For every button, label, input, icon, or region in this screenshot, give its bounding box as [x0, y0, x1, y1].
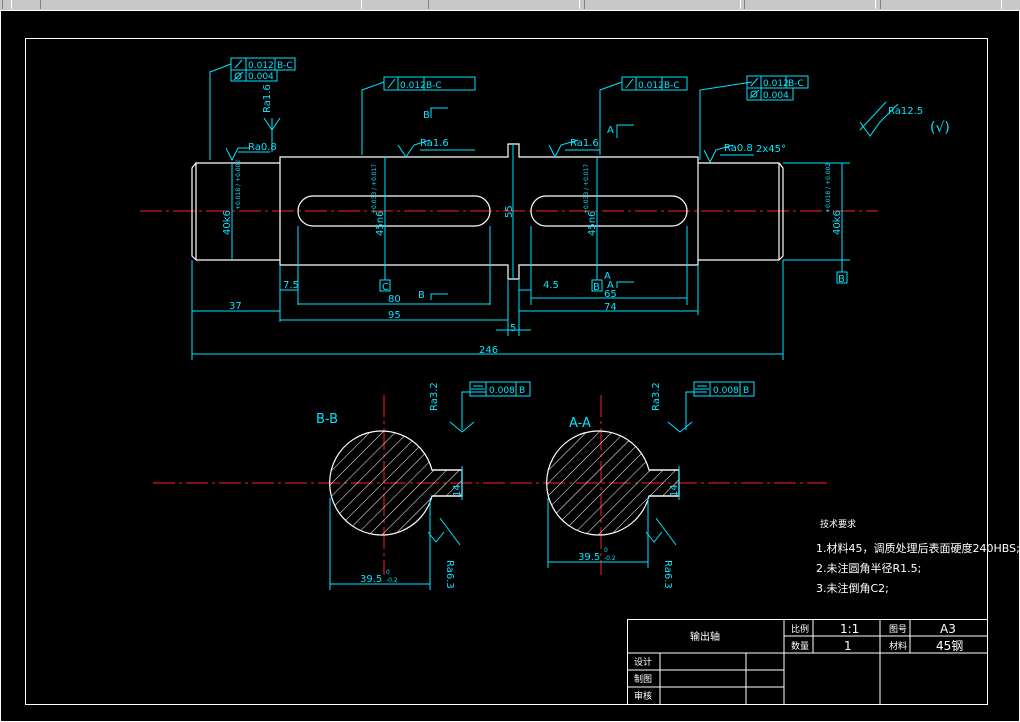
fcf3-ref: B-C: [664, 81, 680, 91]
section-aa-body: [546, 430, 680, 536]
collar-dim: 55: [504, 205, 515, 218]
fcf-aa-value: 0.008: [713, 386, 739, 396]
tb-scale-label: 比例: [791, 623, 809, 635]
tb-mat-label: 材料: [889, 640, 907, 652]
notes-line2: 2.未注圆角半径R1.5;: [816, 561, 921, 575]
dia-left-tol: +0.018 / +0.002: [235, 160, 242, 210]
sec-bb-tol-bot: -0.2: [386, 577, 398, 584]
fcf2-ref: B-C: [426, 81, 442, 91]
dim-74: 74: [604, 302, 617, 313]
ra-general: Ra12.5: [888, 106, 923, 117]
sec-bb-depth: 39.5: [360, 574, 382, 585]
fcf1-ref: B-C: [277, 61, 293, 71]
tb-scale-value: 1:1: [840, 622, 859, 636]
dim-4-5: 4.5: [543, 280, 559, 291]
dimension-lines: [191, 63, 887, 590]
fcf-bb-ref: B: [519, 386, 525, 396]
dimension-texts: 2x45° 40k6 +0.018 / +0.002 45n6 +0.033 /…: [222, 144, 843, 585]
fcf-bb-value: 0.008: [489, 386, 515, 396]
notes-title: 技术要求: [820, 518, 856, 530]
ra-left-top: Ra1.6: [262, 84, 273, 113]
ra-aa-bot: Ra6.3: [662, 560, 673, 589]
sec-aa-depth: 39.5: [578, 552, 600, 563]
dim-246: 246: [479, 345, 498, 356]
fcf1-cyl: 0.004: [248, 72, 274, 82]
fcf4-cyl: 0.004: [763, 91, 789, 101]
tb-sheet-label: 图号: [889, 624, 907, 635]
fcf-texts: 0.012 B-C 0.004 0.012 B-C 0.012 B-C 0.01…: [248, 61, 804, 396]
dim-5: 5: [510, 323, 516, 334]
drawing-canvas[interactable]: 0.012 B-C 0.004 0.012 B-C 0.012 B-C 0.01…: [0, 0, 1020, 722]
sec-aa-tol-bot: -0.2: [604, 555, 616, 562]
fcf4-ref: B-C: [788, 79, 804, 89]
tb-qty-label: 数量: [791, 640, 809, 652]
title-block-text: 输出轴 比例 1:1 图号 A3 数量 1 材料 45钢 设计 制图 审核: [634, 622, 963, 702]
tb-designer: 设计: [634, 656, 652, 668]
section-labels: B-B A-A: [316, 412, 591, 431]
marker-texts: C B B A B B A A: [382, 110, 845, 301]
fcf1-value: 0.012: [248, 61, 274, 71]
tb-qty-value: 1: [844, 639, 852, 653]
datum-c: C: [382, 282, 389, 293]
section-bb-body: [329, 430, 463, 536]
datum-b-right: B: [838, 274, 845, 285]
cut-a-top: A: [607, 125, 614, 136]
ra-left: Ra0.8: [248, 142, 277, 153]
cut-b-bottom: B: [418, 290, 425, 301]
sec-aa-width: 14: [669, 484, 680, 497]
cut-a-bottom: A: [607, 280, 614, 291]
fcf3-value: 0.012: [638, 81, 664, 91]
ra-bb-top: Ra3.2: [429, 382, 440, 411]
dia-mid-tol: +0.033 / +0.017: [371, 164, 378, 214]
datum-b: B: [593, 282, 600, 293]
ra-right: Ra0.8: [724, 143, 753, 154]
ra-mid: Ra1.6: [420, 138, 449, 149]
dim-80: 80: [388, 294, 401, 305]
dim-95: 95: [388, 310, 401, 321]
notes-line3: 3.未注倒角C2;: [816, 581, 889, 595]
dia-right-tol: +0.018 / +0.002: [825, 163, 832, 213]
sec-bb-tol-top: 0: [386, 569, 390, 576]
dim-37: 37: [229, 301, 242, 312]
tb-checker: 审核: [634, 690, 652, 702]
fcf4-value: 0.012: [763, 79, 789, 89]
sheet-outer-edge: [0, 10, 1020, 722]
dia-right: 40k6: [832, 210, 843, 235]
technical-notes: 技术要求 1.材料45，调质处理后表面硬度240HBS; 2.未注圆角半径R1.…: [816, 518, 1020, 595]
fcf2-value: 0.012: [400, 81, 426, 91]
chamfer-dim: 2x45°: [756, 144, 786, 155]
ra-bb-bot: Ra6.3: [444, 560, 455, 589]
tb-part-name: 输出轴: [690, 630, 720, 643]
fcf-aa-ref: B: [743, 386, 749, 396]
cut-b-top: B: [423, 110, 430, 121]
notes-line1: 1.材料45，调质处理后表面硬度240HBS;: [816, 541, 1020, 555]
fcf-boxes: [230, 57, 848, 397]
drawing-frame: [25, 38, 988, 705]
ra-general-sym: (√): [930, 120, 950, 136]
ra-mid2: Ra1.6: [570, 138, 599, 149]
section-aa-label: A-A: [569, 416, 591, 431]
sec-aa-tol-top: 0: [604, 547, 608, 554]
tb-mat-value: 45钢: [936, 639, 963, 653]
tb-drawer: 制图: [634, 673, 652, 685]
dia-left: 40k6: [222, 210, 233, 235]
dia-mid-right-tol: +0.033 / +0.017: [583, 164, 590, 214]
dim-7-5: 7.5: [283, 280, 299, 291]
ra-aa-top: Ra3.2: [651, 382, 662, 411]
sec-bb-width: 14: [452, 484, 463, 497]
tb-sheet-value: A3: [940, 622, 956, 636]
section-bb-label: B-B: [316, 412, 338, 427]
